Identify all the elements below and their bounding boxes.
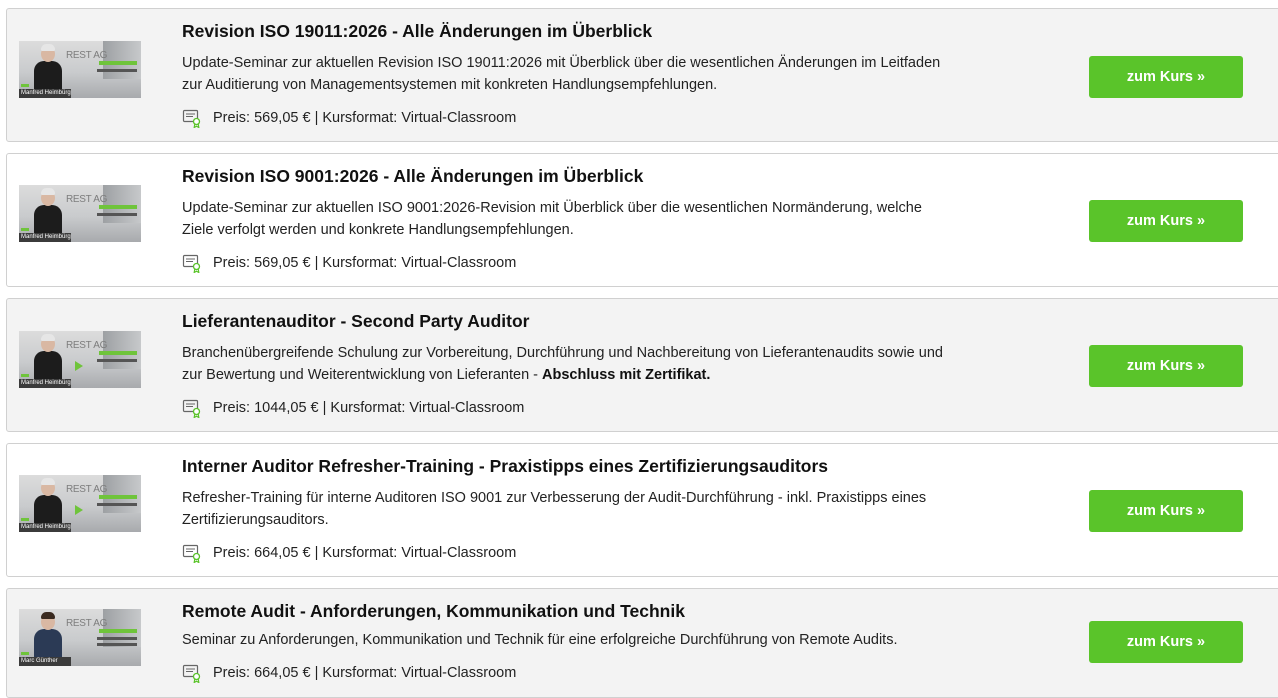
thumbnail-background: [103, 185, 141, 223]
course-description-line: Branchenübergreifende Schulung zur Vorbe…: [182, 345, 943, 361]
thumbnail-marker: [21, 652, 29, 655]
course-description-line: Update-Seminar zur aktuellen ISO 9001:20…: [182, 200, 922, 216]
course-meta-text: Preis: 1044,05 € | Kursformat: Virtual-C…: [213, 400, 525, 416]
presenter-figure: [34, 629, 62, 659]
thumbnail-caption: [97, 637, 137, 640]
thumbnail-caption: [97, 503, 137, 506]
certificate-icon: [182, 398, 202, 419]
thumbnail-marker: [21, 518, 29, 521]
course-thumbnail[interactable]: REST AG Manfred Heimbürger: [19, 475, 141, 532]
thumbnail-presenter-name: Manfred Heimbürger: [19, 233, 71, 242]
presenter-figure: [34, 61, 62, 91]
certificate-icon: [182, 543, 202, 564]
course-meta-text: Preis: 569,05 € | Kursformat: Virtual-Cl…: [213, 110, 517, 126]
course-description-line: Zertifizierungsauditors.: [182, 512, 329, 528]
course-button[interactable]: zum Kurs »: [1089, 56, 1243, 98]
thumbnail-brand: REST AG: [66, 194, 108, 205]
thumbnail-brand: REST AG: [66, 618, 108, 629]
course-description-line: Ziele verfolgt werden und konkrete Handl…: [182, 222, 574, 238]
course-description-line: Update-Seminar zur aktuellen Revision IS…: [182, 55, 941, 71]
course-description-line: Seminar zu Anforderungen, Kommunikation …: [182, 632, 898, 648]
thumbnail-brand: REST AG: [66, 50, 108, 61]
thumbnail-caption: [97, 643, 137, 646]
thumbnail-background: [103, 41, 141, 79]
thumbnail-marker: [21, 84, 29, 87]
thumbnail-background: [103, 331, 141, 369]
course-meta: Preis: 664,05 € | Kursformat: Virtual-Cl…: [182, 663, 517, 684]
course-description-line: zur Auditierung von Managementsystemen m…: [182, 77, 718, 93]
course-title[interactable]: Revision ISO 9001:2026 - Alle Änderungen…: [182, 166, 643, 187]
course-description-text: zur Bewertung und Weiterentwicklung von …: [182, 367, 543, 383]
presenter-hair: [41, 612, 55, 619]
thumbnail-presenter-name: Manfred Heimbürger: [19, 523, 71, 532]
thumbnail-tag: [99, 351, 137, 355]
course-meta-text: Preis: 569,05 € | Kursformat: Virtual-Cl…: [213, 255, 517, 271]
thumbnail-background: [103, 475, 141, 513]
presenter-hair: [41, 334, 55, 341]
course-meta-text: Preis: 664,05 € | Kursformat: Virtual-Cl…: [213, 665, 517, 681]
course-description-line: Refresher-Training für interne Auditoren…: [182, 490, 927, 506]
thumbnail-caption: [97, 359, 137, 362]
play-icon: [75, 361, 83, 371]
course-title[interactable]: Interner Auditor Refresher-Training - Pr…: [182, 456, 828, 477]
thumbnail-background: [103, 609, 141, 647]
course-card: REST AG Manfred Heimbürger Revision ISO …: [6, 8, 1278, 142]
course-button[interactable]: zum Kurs »: [1089, 200, 1243, 242]
thumbnail-tag: [99, 61, 137, 65]
course-card: REST AG Marc Günther Remote Audit - Anfo…: [6, 588, 1278, 698]
course-title[interactable]: Lieferantenauditor - Second Party Audito…: [182, 311, 529, 332]
presenter-figure: [34, 205, 62, 235]
course-description-line: zur Bewertung und Weiterentwicklung von …: [182, 364, 1062, 386]
course-description: Seminar zu Anforderungen, Kommunikation …: [182, 629, 1062, 651]
course-meta: Preis: 569,05 € | Kursformat: Virtual-Cl…: [182, 253, 517, 274]
course-button[interactable]: zum Kurs »: [1089, 621, 1243, 663]
course-thumbnail[interactable]: REST AG Manfred Heimbürger: [19, 41, 141, 98]
thumbnail-caption: [97, 69, 137, 72]
certificate-icon: [182, 253, 202, 274]
course-meta: Preis: 1044,05 € | Kursformat: Virtual-C…: [182, 398, 525, 419]
thumbnail-presenter-name: Manfred Heimbürger: [19, 89, 71, 98]
thumbnail-tag: [99, 629, 137, 633]
course-description-highlight: Abschluss mit Zertifikat.: [542, 367, 711, 383]
course-thumbnail[interactable]: REST AG Manfred Heimbürger: [19, 185, 141, 242]
course-thumbnail[interactable]: REST AG Manfred Heimbürger: [19, 331, 141, 388]
course-description: Branchenübergreifende Schulung zur Vorbe…: [182, 342, 1062, 386]
course-meta-text: Preis: 664,05 € | Kursformat: Virtual-Cl…: [213, 545, 517, 561]
play-icon: [75, 505, 83, 515]
course-list: REST AG Manfred Heimbürger Revision ISO …: [6, 0, 1278, 698]
presenter-hair: [41, 188, 55, 195]
thumbnail-tag: [99, 495, 137, 499]
course-description: Refresher-Training für interne Auditoren…: [182, 487, 1062, 531]
course-card: REST AG Manfred Heimbürger Lieferantenau…: [6, 298, 1278, 432]
course-title[interactable]: Revision ISO 19011:2026 - Alle Änderunge…: [182, 21, 652, 42]
course-meta: Preis: 569,05 € | Kursformat: Virtual-Cl…: [182, 108, 517, 129]
thumbnail-tag: [99, 205, 137, 209]
course-description: Update-Seminar zur aktuellen Revision IS…: [182, 52, 1062, 96]
course-button[interactable]: zum Kurs »: [1089, 490, 1243, 532]
course-card: REST AG Manfred Heimbürger Revision ISO …: [6, 153, 1278, 287]
course-card: REST AG Manfred Heimbürger Interner Audi…: [6, 443, 1278, 577]
thumbnail-caption: [97, 213, 137, 216]
certificate-icon: [182, 108, 202, 129]
course-thumbnail[interactable]: REST AG Marc Günther: [19, 609, 141, 666]
thumbnail-marker: [21, 228, 29, 231]
thumbnail-marker: [21, 374, 29, 377]
course-title[interactable]: Remote Audit - Anforderungen, Kommunikat…: [182, 601, 685, 622]
presenter-hair: [41, 44, 55, 51]
course-meta: Preis: 664,05 € | Kursformat: Virtual-Cl…: [182, 543, 517, 564]
presenter-figure: [34, 495, 62, 525]
thumbnail-brand: REST AG: [66, 340, 108, 351]
thumbnail-presenter-name: Manfred Heimbürger: [19, 379, 71, 388]
thumbnail-presenter-name: Marc Günther: [19, 657, 71, 666]
course-description: Update-Seminar zur aktuellen ISO 9001:20…: [182, 197, 1062, 241]
course-button[interactable]: zum Kurs »: [1089, 345, 1243, 387]
presenter-hair: [41, 478, 55, 485]
certificate-icon: [182, 663, 202, 684]
thumbnail-brand: REST AG: [66, 484, 108, 495]
presenter-figure: [34, 351, 62, 381]
